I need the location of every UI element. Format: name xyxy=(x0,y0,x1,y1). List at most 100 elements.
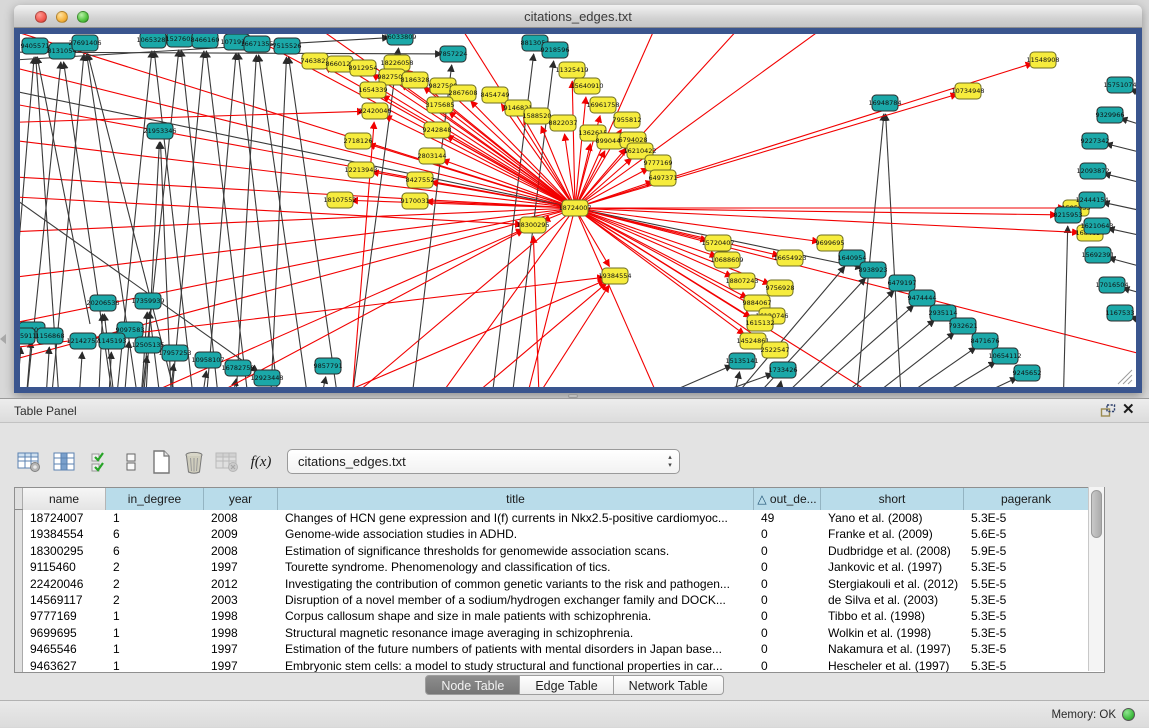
network-edge[interactable] xyxy=(1106,144,1136,162)
cell-pagerank[interactable]: 5.3E-5 xyxy=(964,592,1089,608)
column-header-out-degree[interactable]: △ out_de... xyxy=(754,488,821,510)
table-row[interactable]: 1456911722003Disruption of a novel membe… xyxy=(15,592,1104,608)
table-row[interactable]: 1938455462009Genome-wide association stu… xyxy=(15,526,1104,542)
column-header-title[interactable]: title xyxy=(278,488,754,510)
network-node[interactable]: 15640910 xyxy=(570,78,603,94)
network-node[interactable]: 8454749 xyxy=(481,87,510,103)
new-table-icon[interactable] xyxy=(148,449,174,475)
network-node[interactable]: 21953346 xyxy=(143,123,176,139)
network-node[interactable]: 9405571 xyxy=(21,38,50,54)
network-node[interactable]: 18107552 xyxy=(323,192,356,208)
network-node[interactable]: 9756928 xyxy=(766,280,795,296)
column-header-in-degree[interactable]: in_degree xyxy=(106,488,204,510)
cell-out-degree[interactable]: 0 xyxy=(754,641,821,657)
network-edge[interactable] xyxy=(20,52,442,54)
table-row[interactable]: 1830029562008Estimation of significance … xyxy=(15,543,1104,559)
cell-out-degree[interactable]: 0 xyxy=(754,625,821,641)
network-node[interactable]: 18807243 xyxy=(725,273,758,289)
close-traffic-light-icon[interactable] xyxy=(35,11,47,23)
cell-year[interactable]: 1997 xyxy=(204,559,278,575)
cell-name[interactable]: 9699695 xyxy=(23,625,106,641)
network-node[interactable]: 8186328 xyxy=(401,72,430,88)
network-edge[interactable] xyxy=(20,347,21,387)
cell-out-degree[interactable]: 0 xyxy=(754,559,821,575)
cell-year[interactable]: 2008 xyxy=(204,510,278,526)
cell-short[interactable]: Wolkin et al. (1998) xyxy=(821,625,964,641)
tab-node-table[interactable]: Node Table xyxy=(425,675,520,695)
network-node[interactable]: 1654339 xyxy=(359,82,388,98)
network-edge[interactable] xyxy=(820,320,934,387)
network-node[interactable]: 27691406 xyxy=(68,35,101,51)
network-node[interactable]: 7932621 xyxy=(949,318,978,334)
cell-year[interactable]: 2012 xyxy=(204,576,278,592)
cell-year[interactable]: 1998 xyxy=(204,625,278,641)
cell-short[interactable]: Nakamura et al. (1997) xyxy=(821,641,964,657)
table-selector-dropdown[interactable]: citations_edges.txt ▴▾ xyxy=(287,449,680,474)
table-vertical-scrollbar[interactable] xyxy=(1088,487,1104,671)
network-node[interactable]: 3915911 xyxy=(20,328,36,344)
minimize-traffic-light-icon[interactable] xyxy=(56,11,68,23)
cell-name[interactable]: 19384554 xyxy=(23,526,106,542)
network-node[interactable]: 16654923 xyxy=(773,250,806,266)
network-node[interactable]: 2522547 xyxy=(761,342,790,358)
network-node[interactable]: 10688609 xyxy=(710,252,743,268)
network-node[interactable]: 9227342 xyxy=(1081,133,1110,149)
cell-short[interactable]: Tibbo et al. (1998) xyxy=(821,608,964,624)
cell-in-degree[interactable]: 1 xyxy=(106,510,204,526)
network-edge[interactable] xyxy=(20,194,522,224)
select-all-icon[interactable] xyxy=(88,449,114,475)
network-node[interactable]: 1145193 xyxy=(98,333,127,349)
network-edge[interactable] xyxy=(20,208,575,334)
network-node[interactable]: 11325419 xyxy=(555,62,588,78)
network-node[interactable]: 8938923 xyxy=(859,262,888,278)
cell-pagerank[interactable]: 5.3E-5 xyxy=(964,559,1089,575)
cell-title[interactable]: Changes of HCN gene expression and I(f) … xyxy=(278,510,754,526)
tab-edge-table[interactable]: Edge Table xyxy=(520,675,613,695)
cell-pagerank[interactable]: 5.3E-5 xyxy=(964,608,1089,624)
cell-year[interactable]: 2003 xyxy=(204,592,278,608)
cell-year[interactable]: 1998 xyxy=(204,608,278,624)
network-node[interactable]: 9857791 xyxy=(314,358,343,374)
network-node[interactable]: 16948784 xyxy=(868,95,901,111)
cell-pagerank[interactable]: 5.3E-5 xyxy=(964,641,1089,657)
cell-out-degree[interactable]: 0 xyxy=(754,608,821,624)
cell-out-degree[interactable]: 0 xyxy=(754,526,821,542)
network-node[interactable]: 8822037 xyxy=(549,115,578,131)
network-edge[interactable] xyxy=(181,50,220,387)
network-node[interactable]: 12923448 xyxy=(250,370,283,386)
cell-pagerank[interactable]: 5.5E-5 xyxy=(964,576,1089,592)
network-edge[interactable] xyxy=(940,378,1017,387)
network-node[interactable]: 12093872 xyxy=(1076,163,1109,179)
row-selection-icon[interactable] xyxy=(118,449,144,475)
cell-title[interactable]: Disruption of a novel member of a sodium… xyxy=(278,592,754,608)
network-edge[interactable] xyxy=(850,333,954,387)
cell-name[interactable]: 9465546 xyxy=(23,641,106,657)
network-node[interactable]: 15751074 xyxy=(1103,77,1136,93)
cell-in-degree[interactable]: 6 xyxy=(106,543,204,559)
network-edge[interactable] xyxy=(1103,202,1136,219)
cell-title[interactable]: Genome-wide association studies in ADHD. xyxy=(278,526,754,542)
network-node[interactable]: 16961758 xyxy=(586,97,619,113)
panel-collapse-arrow-icon[interactable] xyxy=(0,334,6,344)
cell-in-degree[interactable]: 6 xyxy=(106,526,204,542)
column-header-year[interactable]: year xyxy=(204,488,278,510)
cell-in-degree[interactable]: 1 xyxy=(106,658,204,672)
cell-pagerank[interactable]: 5.3E-5 xyxy=(964,625,1089,641)
network-node[interactable]: 18300295 xyxy=(516,217,549,233)
close-panel-icon[interactable]: ✕ xyxy=(1122,400,1135,418)
cell-pagerank[interactable]: 5.9E-5 xyxy=(964,543,1089,559)
cell-name[interactable]: 22420046 xyxy=(23,576,106,592)
network-edge[interactable] xyxy=(730,372,740,387)
cell-pagerank[interactable]: 5.3E-5 xyxy=(964,658,1089,672)
cell-short[interactable]: Yano et al. (2008) xyxy=(821,510,964,526)
cell-short[interactable]: Jankovic et al. (1997) xyxy=(821,559,964,575)
table-row[interactable]: 969969511998Structural magnetic resonanc… xyxy=(15,625,1104,641)
import-table-icon[interactable] xyxy=(214,449,240,475)
cell-title[interactable]: Structural magnetic resonance image aver… xyxy=(278,625,754,641)
cell-out-degree[interactable]: 49 xyxy=(754,510,821,526)
cell-out-degree[interactable]: 0 xyxy=(754,658,821,672)
zoom-traffic-light-icon[interactable] xyxy=(77,11,89,23)
network-canvas[interactable]: 1872400774638228660128891295418226058982… xyxy=(20,34,1136,387)
cell-name[interactable]: 9463627 xyxy=(23,658,106,672)
network-node[interactable]: 9329966 xyxy=(1096,107,1125,123)
